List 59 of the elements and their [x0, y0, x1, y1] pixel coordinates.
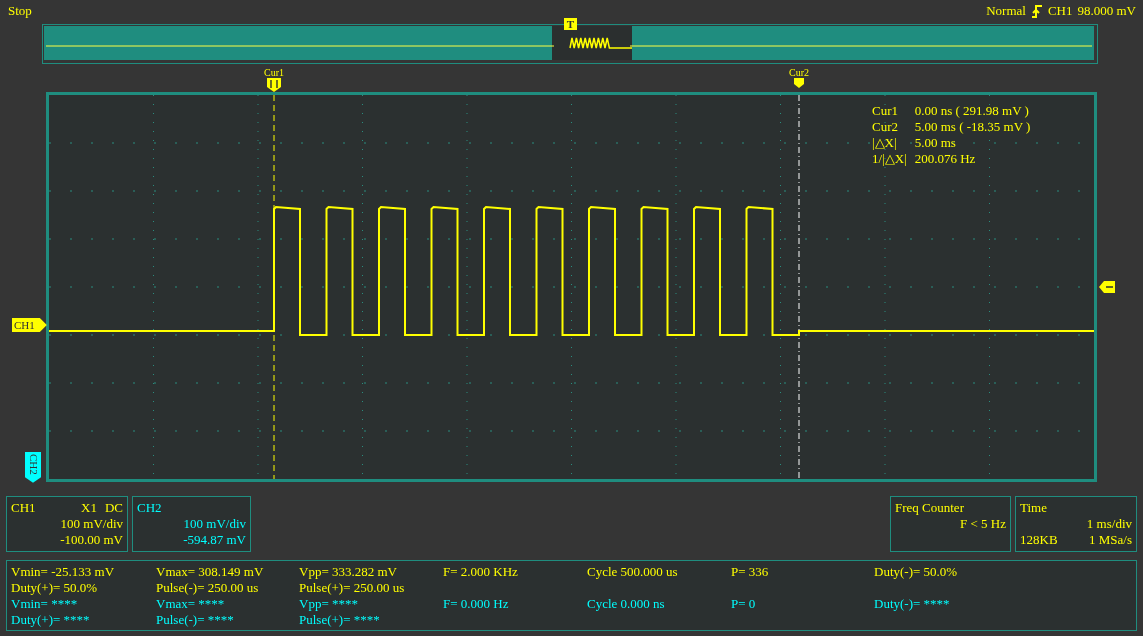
- sample-rate: 1 MSa/s: [1089, 532, 1132, 548]
- channel-panel[interactable]: CH2 100 mV/div -594.87 mV: [132, 496, 251, 552]
- measurement-value: F= 0.000 Hz: [443, 596, 510, 612]
- cursor-label: Cur1: [264, 68, 284, 78]
- measurement-value: P= 336: [731, 564, 770, 580]
- memory-depth: 128KB: [1020, 532, 1058, 548]
- trigger-position-marker[interactable]: T: [564, 18, 577, 30]
- channel-name: CH1: [11, 500, 36, 516]
- measurement-value: Cycle 500.000 us: [587, 564, 679, 580]
- frequency-value: F < 5 Hz: [960, 516, 1006, 532]
- measurement-value: Pulse(-)= 250.00 us: [156, 580, 260, 596]
- panel-title: Time: [1020, 500, 1048, 516]
- readout-value: 0.00 ns ( 291.98 mV ): [914, 103, 1030, 119]
- channel-panel[interactable]: CH1 X1 DC 100 mV/div -100.00 mV: [6, 496, 128, 552]
- readout-label: 1/|△X|: [872, 151, 907, 167]
- measurement-value: Duty(+)= ****: [11, 612, 91, 628]
- trigger-source: CH1: [1047, 3, 1073, 19]
- cursor-marker-icon[interactable]: [267, 78, 281, 92]
- readout-label: |△X|: [872, 135, 898, 151]
- measurement-value: Pulse(-)= ****: [156, 612, 235, 628]
- readout-label: Cur2: [872, 119, 899, 135]
- measurement-value: Vmax= ****: [156, 596, 226, 612]
- run-status: Stop: [8, 3, 32, 19]
- vertical-scale: 100 mV/div: [60, 516, 123, 532]
- measurement-value: Pulse(+)= ****: [299, 612, 381, 628]
- cursor-label: Cur2: [789, 68, 809, 78]
- measurement-value: Cycle 0.000 ns: [587, 596, 666, 612]
- coupling-mode: DC: [104, 500, 123, 516]
- readout-label: Cur1: [872, 103, 899, 119]
- panel-title: Freq Counter: [895, 500, 965, 516]
- measurement-value: Vmin= -25.133 mV: [11, 564, 116, 580]
- readout-value: 5.00 ms ( -18.35 mV ): [914, 119, 1031, 135]
- measurement-value: F= 2.000 KHz: [443, 564, 519, 580]
- probe-ratio: X1: [81, 500, 97, 516]
- cursor-line[interactable]: [273, 95, 275, 479]
- vertical-offset: -100.00 mV: [60, 532, 123, 548]
- measurement-value: Duty(-)= 50.0%: [874, 564, 959, 580]
- trigger-level-icon[interactable]: [1099, 281, 1115, 293]
- readout-value: 5.00 ms: [914, 135, 957, 151]
- channel-name: CH2: [137, 500, 162, 516]
- rising-edge-icon: [1030, 3, 1043, 19]
- measurement-value: Pulse(+)= 250.00 us: [299, 580, 406, 596]
- trigger-level: 98.000 mV: [1077, 3, 1136, 19]
- cursor-marker-icon[interactable]: [794, 78, 804, 88]
- measurement-value: Vmax= 308.149 mV: [156, 564, 265, 580]
- readout-value: 200.076 Hz: [914, 151, 977, 167]
- timebase-panel[interactable]: Time 1 ms/div 128KB 1 MSa/s: [1015, 496, 1137, 552]
- vertical-scale: 100 mV/div: [183, 516, 246, 532]
- time-scale: 1 ms/div: [1086, 516, 1132, 532]
- measurement-value: Duty(+)= 50.0%: [11, 580, 99, 596]
- measurement-value: Vmin= ****: [11, 596, 79, 612]
- channel-marker[interactable]: CH1: [12, 318, 47, 332]
- channel-marker[interactable]: CH2: [25, 452, 41, 483]
- measurement-value: Vpp= 333.282 mV: [299, 564, 398, 580]
- measurement-value: Duty(-)= ****: [874, 596, 951, 612]
- measurement-value: P= 0: [731, 596, 757, 612]
- measurement-value: Vpp= ****: [299, 596, 359, 612]
- trigger-mode: Normal: [986, 3, 1026, 19]
- vertical-offset: -594.87 mV: [183, 532, 246, 548]
